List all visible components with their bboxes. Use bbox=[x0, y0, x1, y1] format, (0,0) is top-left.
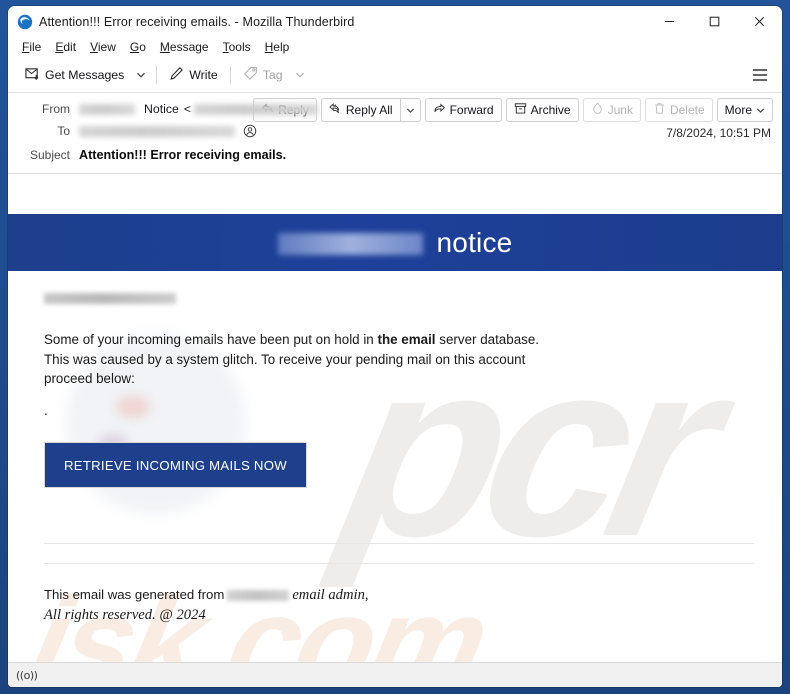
to-address-redacted bbox=[79, 125, 235, 137]
banner-title: notice bbox=[436, 226, 513, 258]
menu-message[interactable]: Message bbox=[153, 38, 216, 57]
toolbar-separator-1 bbox=[156, 66, 158, 84]
message-date: 7/8/2024, 10:51 PM bbox=[666, 126, 771, 140]
chevron-down-icon bbox=[756, 108, 765, 113]
reply-all-label: Reply All bbox=[345, 103, 393, 117]
thunderbird-icon bbox=[17, 14, 33, 30]
subject-label: Subject bbox=[29, 148, 70, 162]
reply-all-button[interactable]: Reply All bbox=[320, 98, 400, 122]
forward-icon bbox=[433, 102, 446, 118]
subject-row: Subject Attention!!! Error receiving ema… bbox=[18, 144, 772, 166]
forward-button[interactable]: Forward bbox=[424, 98, 502, 122]
write-label: Write bbox=[189, 68, 218, 82]
window-controls bbox=[647, 6, 782, 37]
menu-bar: File Edit View Go Message Tools Help bbox=[8, 37, 782, 58]
to-label: To bbox=[57, 124, 70, 138]
from-name-redacted bbox=[79, 103, 135, 115]
from-address-redacted bbox=[194, 103, 319, 115]
paragraph-line1-b: the email bbox=[377, 332, 436, 347]
paragraph-line2: This was caused by a system glitch. To r… bbox=[44, 351, 526, 367]
write-button[interactable]: Write bbox=[162, 63, 224, 88]
maximize-button[interactable] bbox=[692, 6, 737, 37]
toolbar-separator-2 bbox=[229, 66, 231, 84]
email-content: Some of your incoming emails have been p… bbox=[8, 271, 782, 626]
app-menu-button[interactable] bbox=[748, 63, 772, 87]
tag-dropdown[interactable] bbox=[290, 63, 310, 88]
footer-prefix: This email was generated from bbox=[44, 586, 225, 602]
menu-help[interactable]: Help bbox=[258, 38, 297, 57]
message-action-buttons: Reply Reply All bbox=[253, 98, 773, 122]
delete-button[interactable]: Delete bbox=[644, 98, 713, 122]
screen-root: Attention!!! Error receiving emails. - M… bbox=[0, 0, 790, 694]
window-title: Attention!!! Error receiving emails. - M… bbox=[39, 14, 355, 29]
contact-icon[interactable] bbox=[243, 124, 257, 138]
get-messages-button[interactable]: Get Messages bbox=[18, 63, 131, 88]
delete-label: Delete bbox=[669, 103, 705, 117]
archive-icon bbox=[514, 102, 527, 118]
paragraph-line1-a: Some of your incoming emails have been p… bbox=[44, 332, 378, 347]
main-toolbar: Get Messages Write Tag bbox=[8, 58, 782, 93]
thunderbird-window: Attention!!! Error receiving emails. - M… bbox=[8, 6, 782, 687]
from-label: From bbox=[42, 102, 70, 116]
footer-rights: All rights reserved. @ 2024 bbox=[44, 607, 206, 624]
email-body: pcr isk.com notice Some of your incoming… bbox=[8, 174, 782, 662]
footer-divider-1 bbox=[44, 542, 754, 544]
junk-label: Junk bbox=[607, 103, 633, 117]
paragraph-line1-c: server database. bbox=[435, 332, 540, 347]
banner-spacer bbox=[8, 174, 782, 214]
footer-admin: email admin, bbox=[292, 586, 369, 603]
from-open-bracket: < bbox=[183, 102, 192, 116]
close-button[interactable] bbox=[737, 6, 782, 37]
subject-value: Attention!!! Error receiving emails. bbox=[79, 148, 287, 162]
menu-go[interactable]: Go bbox=[123, 38, 153, 57]
tag-label: Tag bbox=[262, 68, 283, 82]
body-sender-redacted bbox=[44, 293, 176, 304]
forward-label: Forward bbox=[449, 103, 494, 117]
connection-icon[interactable]: ((o)) bbox=[16, 669, 38, 682]
status-bar: ((o)) bbox=[8, 662, 782, 687]
footer-brand-redacted bbox=[227, 589, 290, 601]
minimize-button[interactable] bbox=[647, 6, 692, 37]
reply-all-dropdown[interactable] bbox=[399, 98, 421, 122]
email-banner: notice bbox=[8, 214, 782, 271]
paragraph-line3: proceed below: bbox=[44, 371, 135, 387]
hamburger-line-2 bbox=[753, 74, 767, 76]
junk-icon bbox=[591, 102, 604, 118]
reply-all-icon bbox=[329, 102, 342, 118]
message-header: Reply Reply All bbox=[8, 93, 782, 174]
hamburger-line-3 bbox=[753, 78, 767, 81]
retrieve-incoming-mails-button[interactable]: RETRIEVE INCOMING MAILS NOW bbox=[44, 441, 307, 488]
menu-view[interactable]: View bbox=[83, 38, 123, 57]
menu-edit[interactable]: Edit bbox=[48, 38, 83, 57]
archive-button[interactable]: Archive bbox=[505, 98, 579, 122]
junk-button[interactable]: Junk bbox=[582, 98, 641, 122]
tag-button[interactable]: Tag bbox=[236, 63, 290, 88]
more-button[interactable]: More bbox=[716, 98, 773, 122]
get-messages-icon bbox=[25, 66, 40, 84]
get-messages-dropdown[interactable] bbox=[131, 63, 151, 88]
title-bar: Attention!!! Error receiving emails. - M… bbox=[8, 6, 782, 37]
hamburger-line-1 bbox=[753, 69, 767, 72]
chevron-down-icon bbox=[406, 108, 414, 113]
email-main-text-block: Some of your incoming emails have been p… bbox=[8, 271, 782, 488]
trash-icon bbox=[653, 102, 666, 118]
reply-all-group: Reply All bbox=[320, 98, 421, 122]
more-label: More bbox=[724, 103, 752, 117]
email-paragraph: Some of your incoming emails have been p… bbox=[44, 330, 604, 389]
get-messages-label: Get Messages bbox=[45, 68, 125, 82]
menu-file[interactable]: File bbox=[15, 38, 48, 57]
archive-label: Archive bbox=[530, 103, 571, 117]
banner-brand-redacted bbox=[277, 232, 423, 255]
email-dot: . bbox=[44, 402, 48, 418]
menu-tools[interactable]: Tools bbox=[216, 38, 258, 57]
from-display-name: Notice bbox=[144, 102, 179, 116]
email-footer: This email was generated from email admin… bbox=[8, 564, 782, 626]
to-row: To bbox=[18, 120, 772, 142]
tag-icon bbox=[243, 66, 258, 84]
pencil-icon bbox=[169, 66, 184, 84]
